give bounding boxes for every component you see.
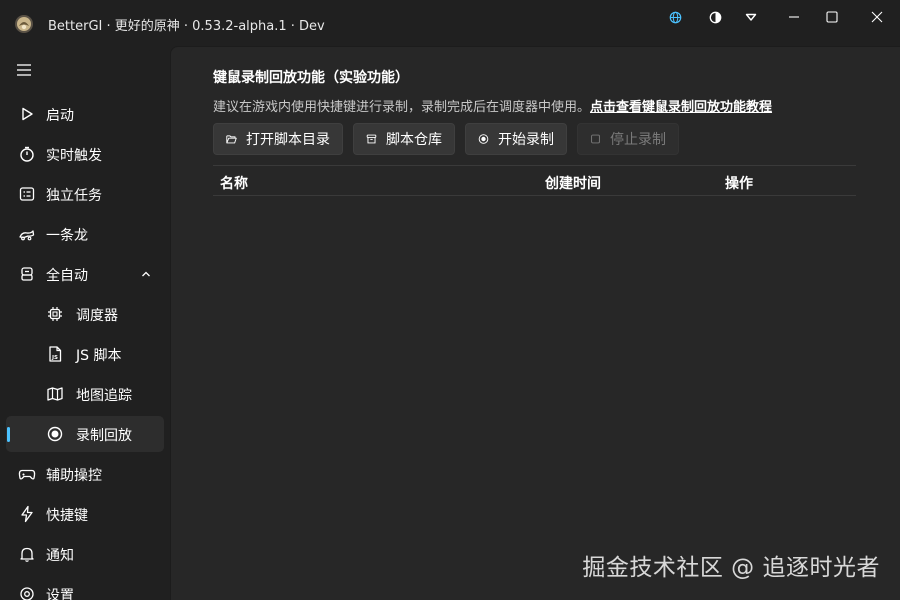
main-content: 键鼠录制回放功能（实验功能） 建议在游戏内使用快捷键进行录制，录制完成后在调度器…: [170, 46, 900, 600]
page-title: 键鼠录制回放功能（实验功能）: [213, 70, 409, 86]
stop-icon: [591, 134, 600, 144]
sidebar-item-hotkeys[interactable]: 快捷键: [6, 496, 164, 532]
sidebar-item-settings[interactable]: 设置: [6, 576, 164, 600]
recordings-table: 名称 创建时间 操作: [213, 165, 856, 196]
dropdown-triangle-icon: [745, 13, 757, 21]
sidebar-item-notifications[interactable]: 通知: [6, 536, 164, 572]
start-recording-button[interactable]: 开始录制: [465, 123, 567, 155]
column-header-actions[interactable]: 操作: [725, 173, 753, 193]
hamburger-menu-icon[interactable]: [14, 60, 34, 80]
stopwatch-icon: [20, 146, 34, 162]
sidebar-item-label: 启动: [46, 108, 74, 124]
sidebar-item-label: 调度器: [76, 308, 118, 324]
flash-icon: [21, 505, 33, 523]
settings-icon: [20, 587, 34, 600]
script-repository-label: 脚本仓库: [386, 132, 442, 148]
sidebar-item-label: 实时触发: [46, 148, 102, 164]
open-script-folder-label: 打开脚本目录: [246, 132, 330, 148]
stop-recording-button[interactable]: 停止录制: [577, 123, 679, 155]
sidebar-item-one-dragon[interactable]: 一条龙: [6, 216, 164, 252]
language-button[interactable]: [655, 0, 695, 34]
globe-icon: [669, 11, 681, 23]
sidebar-item-label: 设置: [46, 588, 74, 600]
record-icon: [47, 426, 63, 442]
sidebar-item-label: JS 脚本: [76, 348, 122, 364]
page-description: 建议在游戏内使用快捷键进行录制，录制完成后在调度器中使用。点击查看键鼠录制回放功…: [213, 96, 772, 115]
column-header-created-time[interactable]: 创建时间: [545, 173, 601, 193]
start-recording-label: 开始录制: [498, 132, 554, 148]
sidebar-item-label: 通知: [46, 548, 74, 564]
archive-icon: [366, 134, 377, 144]
folder-open-icon: [226, 135, 237, 144]
sidebar-item-label: 全自动: [46, 268, 88, 284]
script-repository-button[interactable]: 脚本仓库: [353, 123, 455, 155]
sidebar-item-realtime-trigger[interactable]: 实时触发: [6, 136, 164, 172]
minimize-icon: [789, 16, 799, 18]
close-icon: [871, 11, 883, 23]
maximize-button[interactable]: [809, 0, 855, 34]
map-icon: [47, 387, 63, 401]
sidebar-item-independent-tasks[interactable]: 独立任务: [6, 176, 164, 212]
sidebar-item-label: 一条龙: [46, 228, 88, 244]
sidebar-item-full-auto[interactable]: 全自动: [6, 256, 164, 292]
bell-icon: [20, 547, 34, 562]
stop-recording-label: 停止录制: [610, 132, 666, 148]
play-icon: [22, 107, 33, 121]
sidebar-item-launch[interactable]: 启动: [6, 96, 164, 132]
sidebar-item-assist-control[interactable]: 辅助操控: [6, 456, 164, 492]
app-logo-icon: [15, 15, 33, 33]
dragon-icon: [19, 230, 35, 241]
robot-icon: [21, 267, 33, 281]
sidebar-item-label: 辅助操控: [46, 468, 102, 484]
window-title: BetterGI · 更好的原神 · 0.53.2-alpha.1 · Dev: [48, 19, 325, 34]
menu-dropdown-button[interactable]: [731, 0, 771, 34]
chip-icon: [48, 307, 62, 321]
open-script-folder-button[interactable]: 打开脚本目录: [213, 123, 343, 155]
chevron-up-icon[interactable]: [140, 268, 152, 280]
sidebar-item-record-playback[interactable]: 录制回放: [6, 416, 164, 452]
sidebar-item-label: 独立任务: [46, 188, 102, 204]
sidebar-item-map-tracking[interactable]: 地图追踪: [6, 376, 164, 412]
sidebar-item-label: 快捷键: [46, 508, 88, 524]
title-bar: BetterGI · 更好的原神 · 0.53.2-alpha.1 · Dev: [0, 0, 900, 46]
theme-button[interactable]: [695, 0, 735, 34]
selection-indicator: [7, 427, 10, 442]
maximize-icon: [826, 11, 838, 23]
tutorial-link[interactable]: 点击查看键鼠录制回放功能教程: [590, 100, 772, 115]
contrast-icon: [709, 11, 721, 23]
watermark: 掘金技术社区 @ 追逐时光者: [582, 555, 880, 581]
sidebar-item-js-scripts[interactable]: JS JS 脚本: [6, 336, 164, 372]
table-header: 名称 创建时间 操作: [213, 165, 856, 196]
js-file-icon: JS: [49, 346, 62, 362]
sidebar: 启动 实时触发 独立任务 一条龙 全自动 调度器 JS JS 脚本 地图追踪 录…: [0, 46, 170, 600]
sidebar-item-label: 地图追踪: [76, 388, 132, 404]
close-button[interactable]: [854, 0, 900, 34]
column-header-name[interactable]: 名称: [220, 173, 248, 193]
record-icon: [478, 134, 489, 144]
task-list-icon: [19, 187, 35, 201]
description-text: 建议在游戏内使用快捷键进行录制，录制完成后在调度器中使用。: [213, 100, 591, 115]
gamepad-icon: [18, 469, 36, 480]
svg-text:JS: JS: [51, 355, 58, 361]
sidebar-item-scheduler[interactable]: 调度器: [6, 296, 164, 332]
sidebar-item-label: 录制回放: [76, 428, 132, 444]
